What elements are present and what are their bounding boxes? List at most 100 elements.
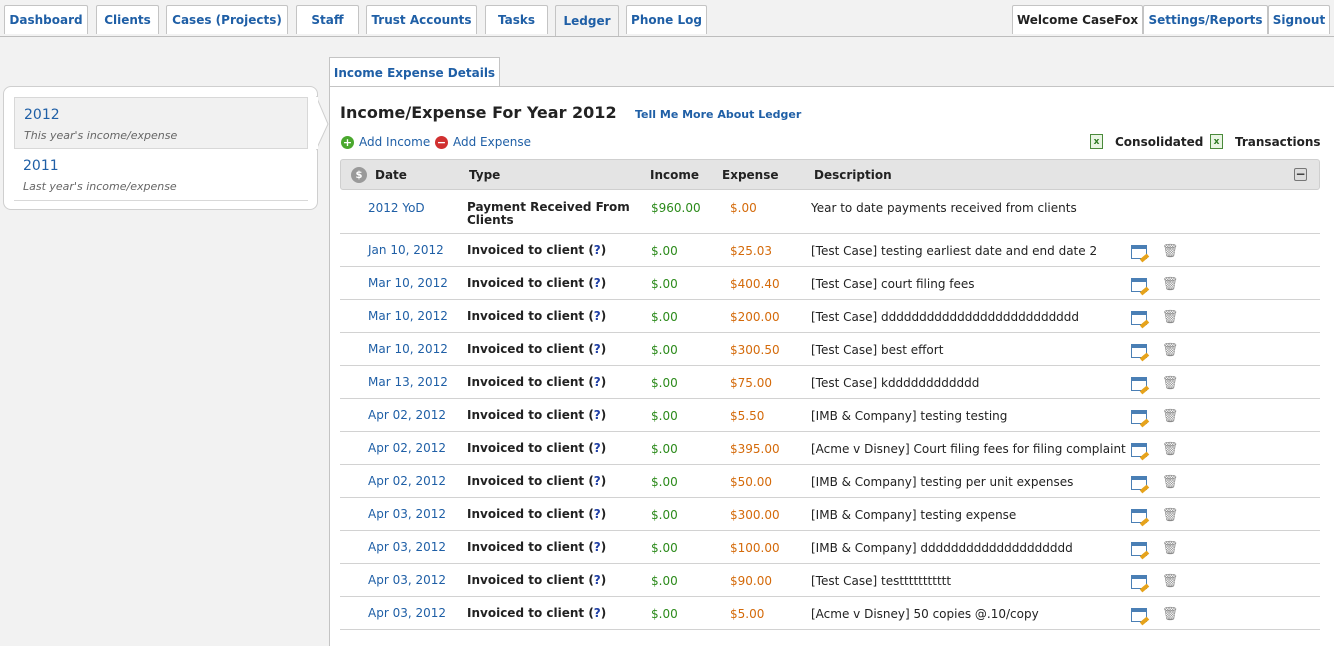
help-question[interactable]: ? xyxy=(594,540,601,554)
row-description: [Acme v Disney] 50 copies @.10/copy xyxy=(811,607,1039,621)
trash-icon[interactable]: 🗑 xyxy=(1162,541,1179,556)
row-date[interactable]: Jan 10, 2012 xyxy=(368,243,444,257)
row-date[interactable]: Apr 03, 2012 xyxy=(368,606,446,620)
table-row: Mar 10, 2012 Invoiced to client (?) $.00 $4… xyxy=(340,267,1320,300)
row-date[interactable]: 2012 YoD xyxy=(368,201,425,215)
help-question[interactable]: ? xyxy=(594,507,601,521)
trash-icon[interactable]: 🗑 xyxy=(1162,244,1179,259)
year-subtitle: This year's income/expense xyxy=(24,129,178,142)
signout-link[interactable]: Signout xyxy=(1268,5,1330,34)
row-expense: $50.00 xyxy=(730,475,772,489)
help-question[interactable]: ? xyxy=(594,342,601,356)
help-link[interactable]: (?) xyxy=(588,243,606,257)
row-type-label: Invoiced to client xyxy=(467,375,585,389)
row-date[interactable]: Apr 03, 2012 xyxy=(368,573,446,587)
edit-icon[interactable] xyxy=(1131,476,1147,490)
help-question[interactable]: ? xyxy=(594,276,601,290)
add-income-button[interactable]: + Add Income xyxy=(341,135,430,149)
tab-income-expense-details[interactable]: Income Expense Details xyxy=(329,57,500,87)
edit-icon[interactable] xyxy=(1131,509,1147,523)
row-date[interactable]: Apr 02, 2012 xyxy=(368,441,446,455)
row-income: $.00 xyxy=(651,343,678,357)
edit-icon[interactable] xyxy=(1131,410,1147,424)
help-link[interactable]: (?) xyxy=(588,309,606,323)
selection-pointer-arrow xyxy=(316,96,329,151)
edit-icon[interactable] xyxy=(1131,278,1147,292)
column-header-type[interactable]: Type xyxy=(469,168,500,182)
add-income-label: Add Income xyxy=(359,135,431,149)
collapse-icon[interactable]: − xyxy=(1294,168,1307,181)
trash-icon[interactable]: 🗑 xyxy=(1162,376,1179,391)
row-type: Invoiced to client (?) xyxy=(467,343,606,356)
column-header-description[interactable]: Description xyxy=(814,168,892,182)
transactions-export-button[interactable]: x Transactions xyxy=(1210,134,1321,149)
edit-icon[interactable] xyxy=(1131,245,1147,259)
help-question[interactable]: ? xyxy=(594,408,601,422)
help-link[interactable]: (?) xyxy=(588,474,606,488)
row-date[interactable]: Mar 10, 2012 xyxy=(368,309,448,323)
column-header-date[interactable]: Date xyxy=(375,168,407,182)
help-link[interactable]: (?) xyxy=(588,540,606,554)
edit-icon[interactable] xyxy=(1131,377,1147,391)
row-date[interactable]: Apr 03, 2012 xyxy=(368,540,446,554)
trash-icon[interactable]: 🗑 xyxy=(1162,310,1179,325)
edit-icon[interactable] xyxy=(1131,608,1147,622)
add-expense-button[interactable]: − Add Expense xyxy=(435,135,531,149)
trash-icon[interactable]: 🗑 xyxy=(1162,409,1179,424)
tab-tasks[interactable]: Tasks xyxy=(485,5,548,34)
row-date[interactable]: Apr 03, 2012 xyxy=(368,507,446,521)
tab-dashboard[interactable]: Dashboard xyxy=(4,5,88,34)
year-item-2011[interactable]: 2011 Last year's income/expense xyxy=(14,149,308,201)
row-income: $.00 xyxy=(651,310,678,324)
row-date[interactable]: Mar 10, 2012 xyxy=(368,276,448,290)
help-question[interactable]: ? xyxy=(594,606,601,620)
edit-icon[interactable] xyxy=(1131,311,1147,325)
tab-ledger[interactable]: Ledger xyxy=(555,5,619,36)
trash-icon[interactable]: 🗑 xyxy=(1162,475,1179,490)
help-question[interactable]: ? xyxy=(594,441,601,455)
tab-phone-log[interactable]: Phone Log xyxy=(626,5,707,34)
trash-icon[interactable]: 🗑 xyxy=(1162,343,1179,358)
consolidated-label: Consolidated xyxy=(1115,134,1204,149)
help-link[interactable]: (?) xyxy=(588,441,606,455)
row-date[interactable]: Mar 10, 2012 xyxy=(368,342,448,356)
help-link[interactable]: (?) xyxy=(588,573,606,587)
edit-icon[interactable] xyxy=(1131,542,1147,556)
help-link[interactable]: (?) xyxy=(588,606,606,620)
trash-icon[interactable]: 🗑 xyxy=(1162,508,1179,523)
settings-reports-link[interactable]: Settings/Reports xyxy=(1143,5,1268,34)
table-row: Apr 03, 2012 Invoiced to client (?) $.00 $9… xyxy=(340,564,1320,597)
trash-icon[interactable]: 🗑 xyxy=(1162,574,1179,589)
row-description: [Test Case] testing earliest date and en… xyxy=(811,244,1098,258)
row-type: Invoiced to client (?) xyxy=(467,442,606,455)
help-question[interactable]: ? xyxy=(594,243,601,257)
help-question[interactable]: ? xyxy=(594,309,601,323)
edit-icon[interactable] xyxy=(1131,443,1147,457)
edit-icon[interactable] xyxy=(1131,575,1147,589)
help-question[interactable]: ? xyxy=(594,474,601,488)
row-date[interactable]: Apr 02, 2012 xyxy=(368,474,446,488)
help-question[interactable]: ? xyxy=(594,573,601,587)
help-link[interactable]: (?) xyxy=(588,507,606,521)
consolidated-export-button[interactable]: x Consolidated xyxy=(1090,134,1203,149)
tab-trust-accounts[interactable]: Trust Accounts xyxy=(366,5,477,34)
trash-icon[interactable]: 🗑 xyxy=(1162,607,1179,622)
row-date[interactable]: Mar 13, 2012 xyxy=(368,375,448,389)
edit-icon[interactable] xyxy=(1131,344,1147,358)
tab-staff[interactable]: Staff xyxy=(296,5,359,34)
column-header-income[interactable]: Income xyxy=(650,168,699,182)
help-question[interactable]: ? xyxy=(594,375,601,389)
column-header-expense[interactable]: Expense xyxy=(722,168,779,182)
tell-me-more-link[interactable]: Tell Me More About Ledger xyxy=(635,108,801,121)
help-link[interactable]: (?) xyxy=(588,276,606,290)
trash-icon[interactable]: 🗑 xyxy=(1162,442,1179,457)
row-date[interactable]: Apr 02, 2012 xyxy=(368,408,446,422)
trash-icon[interactable]: 🗑 xyxy=(1162,277,1179,292)
help-link[interactable]: (?) xyxy=(588,375,606,389)
help-link[interactable]: (?) xyxy=(588,342,606,356)
year-item-2012[interactable]: 2012 This year's income/expense xyxy=(14,97,308,149)
help-link[interactable]: (?) xyxy=(588,408,606,422)
row-income: $.00 xyxy=(651,475,678,489)
tab-clients[interactable]: Clients xyxy=(96,5,159,34)
tab-cases[interactable]: Cases (Projects) xyxy=(166,5,288,34)
